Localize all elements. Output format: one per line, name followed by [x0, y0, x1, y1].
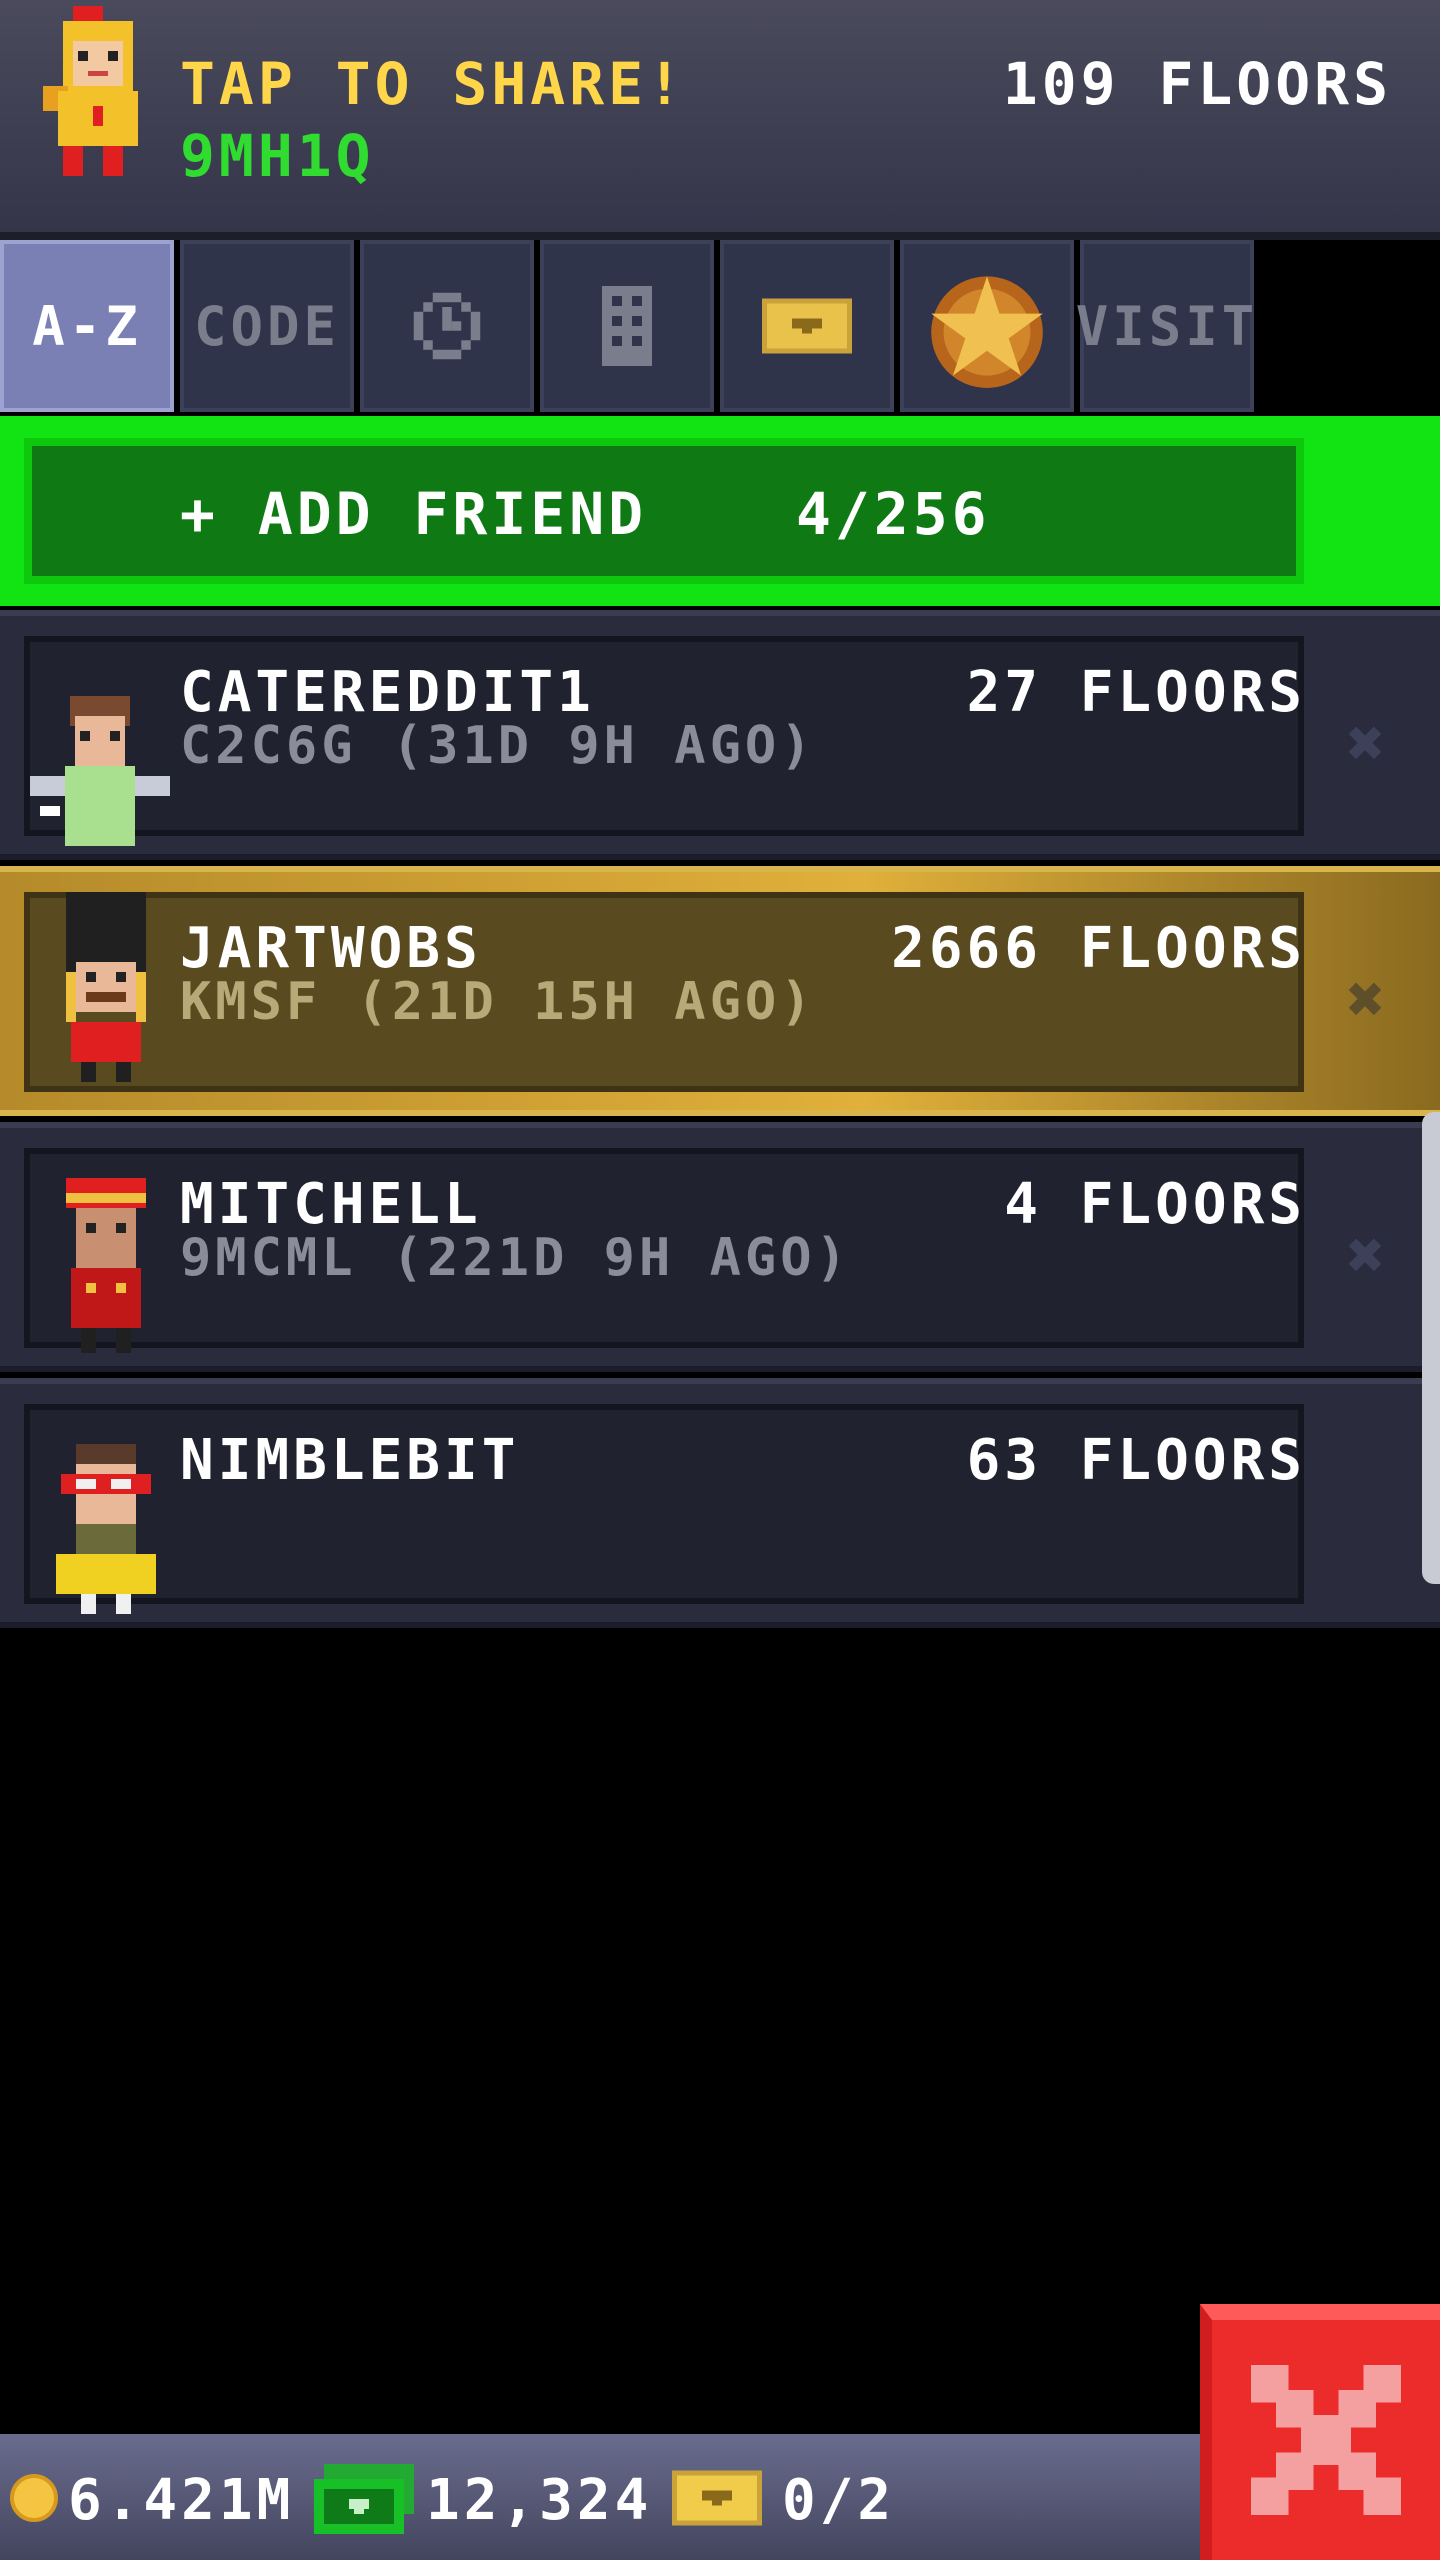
- golden-ticket-icon: [762, 298, 852, 354]
- tap-to-share-label[interactable]: TAP TO SHARE!: [180, 50, 686, 118]
- friend-code-last-seen: KMSF (21D 15H AGO): [180, 972, 816, 1032]
- tab-visit-label: VISIT: [1075, 294, 1259, 358]
- friend-count: 4/256: [796, 480, 991, 548]
- tab-tickets[interactable]: [720, 240, 894, 412]
- friend-floors: 4 FLOORS: [1004, 1172, 1306, 1237]
- friend-code-last-seen: 9MCML (221D 9H AGO): [180, 1228, 851, 1288]
- friend-floors: 2666 FLOORS: [891, 916, 1306, 981]
- add-friend-label: + ADD FRIEND: [180, 480, 648, 548]
- sort-tabs: A-Z CODE VISIT: [0, 240, 1260, 412]
- close-icon: [1251, 2365, 1401, 2515]
- coins-value: 6.421M: [68, 2468, 295, 2533]
- tab-recent[interactable]: [360, 240, 534, 412]
- building-icon: [602, 286, 652, 366]
- friend-avatar: [30, 696, 170, 846]
- tickets-value: 0/2: [782, 2468, 896, 2533]
- friend-avatar: [66, 1178, 146, 1353]
- friend-code-last-seen: C2C6G (31D 9H AGO): [180, 716, 816, 776]
- player-header[interactable]: [0, 0, 1440, 240]
- friend-avatar: [56, 1444, 156, 1614]
- tower-bux-icon: [314, 2464, 414, 2534]
- friend-row[interactable]: CATEREDDIT1 27 FLOORS C2C6G (31D 9H AGO)…: [0, 610, 1440, 860]
- tab-a-z-label: A-Z: [32, 294, 142, 358]
- clock-icon: [413, 292, 481, 360]
- tab-a-z[interactable]: A-Z: [0, 240, 174, 412]
- friend-floors: 27 FLOORS: [966, 660, 1306, 725]
- bux-value: 12,324: [426, 2468, 653, 2533]
- player-code: 9MH1Q: [180, 122, 375, 190]
- close-button[interactable]: [1200, 2304, 1440, 2560]
- player-floors: 109 FLOORS: [1002, 50, 1392, 118]
- list-scrollbar[interactable]: [1422, 1112, 1440, 1584]
- friend-floors: 63 FLOORS: [966, 1428, 1306, 1493]
- player-avatar-chicken: [43, 6, 138, 176]
- friend-avatar: [66, 892, 146, 1082]
- tab-vip[interactable]: [900, 240, 1074, 412]
- coin-icon: [10, 2474, 58, 2522]
- friend-name: NIMBLEBIT: [180, 1428, 520, 1493]
- tab-visit[interactable]: VISIT: [1076, 240, 1254, 412]
- remove-friend-icon[interactable]: ✖: [1336, 968, 1400, 1032]
- tab-floors[interactable]: [540, 240, 714, 412]
- friend-row[interactable]: JARTWOBS 2666 FLOORS KMSF (21D 15H AGO) …: [0, 866, 1440, 1116]
- friend-row[interactable]: NIMBLEBIT 63 FLOORS: [0, 1378, 1440, 1628]
- star-medal-icon: [931, 276, 1043, 388]
- golden-ticket-icon: [672, 2470, 762, 2526]
- friend-row[interactable]: MITCHELL 4 FLOORS 9MCML (221D 9H AGO) ✖: [0, 1122, 1440, 1372]
- tab-code-label: CODE: [193, 294, 341, 358]
- remove-friend-icon[interactable]: ✖: [1336, 1224, 1400, 1288]
- remove-friend-icon[interactable]: ✖: [1336, 712, 1400, 776]
- tab-code[interactable]: CODE: [180, 240, 354, 412]
